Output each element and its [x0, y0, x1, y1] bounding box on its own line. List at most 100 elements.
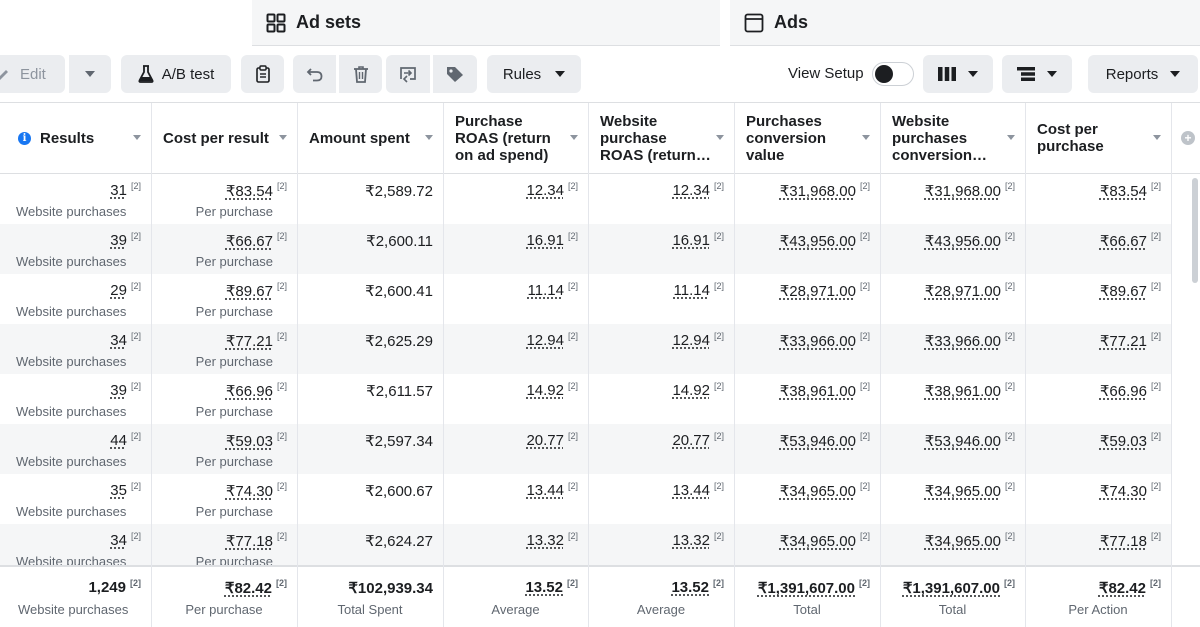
cell-value[interactable]: ₹89.67 [2] [226, 281, 287, 300]
cell-value[interactable]: 13.44 [2] [672, 481, 724, 499]
cell-value[interactable]: ₹77.21 [2] [1100, 331, 1161, 350]
cell-value[interactable]: ₹77.18 [2] [226, 531, 287, 550]
cell-value[interactable]: 34 [2] [110, 531, 141, 549]
cell-value[interactable]: 44 [2] [110, 431, 141, 449]
vertical-scrollbar[interactable] [1192, 178, 1198, 283]
total-value[interactable]: ₹1,391,607.00 [2] [758, 578, 870, 597]
cell-value[interactable]: 39 [2] [110, 231, 141, 249]
columns-dropdown[interactable] [923, 55, 993, 93]
cell-value[interactable]: 20.77 [2] [526, 431, 578, 449]
sort-chevron-icon[interactable] [1007, 135, 1015, 140]
cell-value[interactable]: ₹66.67 [2] [226, 231, 287, 250]
column-header-web-conv[interactable]: Website purchases conversion… [880, 103, 1025, 173]
cell-value[interactable]: ₹43,956.00 [2] [780, 231, 870, 250]
cell-value[interactable]: ₹43,956.00 [2] [925, 231, 1015, 250]
tab-ads[interactable]: Ads [730, 0, 1200, 46]
column-header-spent[interactable]: Amount spent [297, 103, 443, 173]
table-row[interactable]: 35 [2] Website purchases ₹74.30 [2] Per purch… [0, 474, 1172, 524]
cell-value[interactable]: ₹34,965.00 [2] [780, 531, 870, 550]
cell-value[interactable]: 13.32 [2] [526, 531, 578, 549]
cell-value[interactable]: ₹77.18 [2] [1100, 531, 1161, 550]
cell-value[interactable]: 12.34 [2] [672, 181, 724, 199]
cell-value[interactable]: ₹66.67 [2] [1100, 231, 1161, 250]
cell-value[interactable]: ₹34,965.00 [2] [925, 481, 1015, 500]
cell-value[interactable]: 12.94 [2] [526, 331, 578, 349]
cell-value[interactable]: ₹28,971.00 [2] [925, 281, 1015, 300]
cell-value[interactable]: 14.92 [2] [526, 381, 578, 399]
total-value[interactable]: ₹82.42 [2] [1099, 578, 1161, 597]
table-row[interactable]: 34 [2] Website purchases ₹77.21 [2] Per purch… [0, 324, 1172, 374]
total-value[interactable]: ₹82.42 [2] [225, 578, 287, 597]
cell-value[interactable]: ₹59.03 [2] [226, 431, 287, 450]
cell-value[interactable]: ₹38,961.00 [2] [780, 381, 870, 400]
cell-value[interactable]: ₹31,968.00 [2] [780, 181, 870, 200]
column-header-conv-value[interactable]: Purchases conversion value [734, 103, 880, 173]
table-row[interactable]: 39 [2] Website purchases ₹66.96 [2] Per purch… [0, 374, 1172, 424]
cell-value[interactable]: ₹77.21 [2] [226, 331, 287, 350]
cell-value[interactable]: ₹59.03 [2] [1100, 431, 1161, 450]
total-value[interactable]: 13.52 [2] [671, 578, 724, 596]
cell-value[interactable]: 12.94 [2] [672, 331, 724, 349]
sort-chevron-icon[interactable] [570, 135, 578, 140]
cell-value[interactable]: ₹34,965.00 [2] [925, 531, 1015, 550]
tab-ad-sets[interactable]: Ad sets [252, 0, 720, 46]
edit-dropdown-button[interactable] [69, 55, 111, 93]
cell-value[interactable]: ₹33,966.00 [2] [925, 331, 1015, 350]
table-row[interactable]: 39 [2] Website purchases ₹66.67 [2] Per purch… [0, 224, 1172, 274]
cell-value[interactable]: 13.32 [2] [672, 531, 724, 549]
ab-test-button[interactable]: A/B test [121, 55, 231, 93]
rules-dropdown[interactable]: Rules [487, 55, 581, 93]
column-header-roas[interactable]: Purchase ROAS (return on ad spend) [443, 103, 588, 173]
sort-chevron-icon[interactable] [862, 135, 870, 140]
edit-button[interactable]: Edit [0, 55, 65, 93]
cell-value[interactable]: ₹33,966.00 [2] [780, 331, 870, 350]
cell-value[interactable]: ₹38,961.00 [2] [925, 381, 1015, 400]
total-value[interactable]: 13.52 [2] [525, 578, 578, 596]
tag-button[interactable] [433, 55, 477, 93]
cell-value[interactable]: 29 [2] [110, 281, 141, 299]
total-value[interactable]: 1,249 [2] [88, 578, 141, 596]
cell-value[interactable]: ₹53,946.00 [2] [780, 431, 870, 450]
cell-value[interactable]: 20.77 [2] [672, 431, 724, 449]
sort-chevron-icon[interactable] [1153, 135, 1161, 140]
table-row[interactable]: 34 [2] Website purchases ₹77.18 [2] Per purch… [0, 524, 1172, 567]
cell-value[interactable]: ₹66.96 [2] [226, 381, 287, 400]
cell-value[interactable]: 11.14 [2] [528, 281, 578, 299]
column-header-cost-per-purchase[interactable]: Cost per purchase [1025, 103, 1171, 173]
view-setup-toggle[interactable] [872, 62, 914, 86]
cell-value[interactable]: 14.92 [2] [672, 381, 724, 399]
export-button[interactable] [386, 55, 430, 93]
cell-value[interactable]: 11.14 [2] [674, 281, 724, 299]
delete-button[interactable] [339, 55, 382, 93]
column-header-web-roas[interactable]: Website purchase ROAS (return… [588, 103, 734, 173]
cell-value[interactable]: 31 [2] [110, 181, 141, 199]
cell-value[interactable]: 16.91 [2] [526, 231, 578, 249]
column-header-results[interactable]: i Results [6, 103, 151, 173]
cell-value[interactable]: 34 [2] [110, 331, 141, 349]
table-row[interactable]: 31 [2] Website purchases ₹83.54 [2] Per purch… [0, 174, 1172, 224]
info-icon[interactable]: i [18, 131, 31, 145]
reports-dropdown[interactable]: Reports [1088, 55, 1198, 93]
sort-chevron-icon[interactable] [133, 135, 141, 140]
cell-value[interactable]: 12.34 [2] [526, 181, 578, 199]
cell-value[interactable]: ₹83.54 [2] [226, 181, 287, 200]
table-row[interactable]: 29 [2] Website purchases ₹89.67 [2] Per purch… [0, 274, 1172, 324]
undo-button[interactable] [293, 55, 336, 93]
cell-value[interactable]: ₹31,968.00 [2] [925, 181, 1015, 200]
cell-value[interactable]: ₹34,965.00 [2] [780, 481, 870, 500]
cell-value[interactable]: 16.91 [2] [672, 231, 724, 249]
cell-value[interactable]: ₹74.30 [2] [1100, 481, 1161, 500]
cell-value[interactable]: ₹66.96 [2] [1100, 381, 1161, 400]
sort-chevron-icon[interactable] [279, 135, 287, 140]
column-header-cpr[interactable]: Cost per result [151, 103, 297, 173]
cell-value[interactable]: ₹89.67 [2] [1100, 281, 1161, 300]
cell-value[interactable]: ₹53,946.00 [2] [925, 431, 1015, 450]
table-row[interactable]: 44 [2] Website purchases ₹59.03 [2] Per purch… [0, 424, 1172, 474]
sort-chevron-icon[interactable] [425, 135, 433, 140]
cell-value[interactable]: 35 [2] [110, 481, 141, 499]
cell-value[interactable]: ₹74.30 [2] [226, 481, 287, 500]
breakdown-dropdown[interactable] [1002, 55, 1072, 93]
sort-chevron-icon[interactable] [716, 135, 724, 140]
cell-value[interactable]: ₹28,971.00 [2] [780, 281, 870, 300]
add-column-icon[interactable]: + [1181, 131, 1195, 145]
